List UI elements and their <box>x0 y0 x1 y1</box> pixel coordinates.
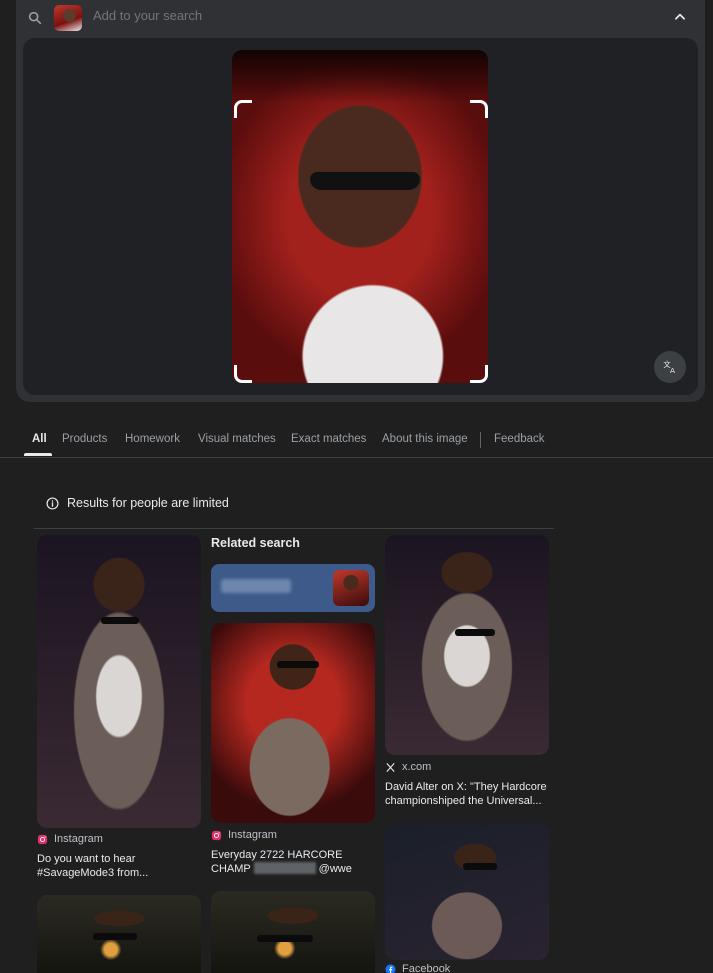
result-title[interactable]: Everyday 2722 HARCORE CHAMP @wwe <box>211 848 376 876</box>
notice-text: Results for people are limited <box>67 496 229 510</box>
crop-handle-bottom-right[interactable] <box>470 365 488 383</box>
redacted-text <box>253 862 316 874</box>
search-bar[interactable] <box>16 0 705 36</box>
result-source[interactable]: x.com <box>385 761 431 773</box>
source-name: x.com <box>402 761 432 773</box>
active-tab-indicator <box>24 453 52 456</box>
image-stage: 文 A <box>23 38 698 395</box>
sunglasses-detail <box>455 629 495 636</box>
tab-exact-matches[interactable]: Exact matches <box>291 433 366 445</box>
svg-text:A: A <box>670 366 675 375</box>
result-image[interactable] <box>385 535 549 755</box>
result-image[interactable] <box>211 623 375 823</box>
source-name: Instagram <box>54 833 103 845</box>
redacted-query-text <box>221 579 291 593</box>
related-search-chip[interactable] <box>211 564 375 612</box>
result-source[interactable]: Instagram <box>211 829 277 841</box>
feedback-link[interactable]: Feedback <box>494 433 545 445</box>
sunglasses-detail <box>277 661 319 668</box>
sunglasses-detail <box>93 933 137 940</box>
sunglasses-detail <box>101 617 139 624</box>
crop-handle-bottom-left[interactable] <box>234 365 252 383</box>
search-icon[interactable] <box>27 10 43 26</box>
result-image[interactable] <box>211 891 375 973</box>
translate-button[interactable]: 文 A <box>654 351 686 383</box>
tab-products[interactable]: Products <box>62 433 107 445</box>
result-source[interactable]: Facebook <box>385 963 450 973</box>
crop-handle-top-left[interactable] <box>234 100 252 118</box>
result-image[interactable] <box>37 895 201 973</box>
source-name: Facebook <box>402 963 451 973</box>
tab-divider <box>480 432 481 448</box>
sunglasses-detail <box>257 935 313 942</box>
search-input[interactable] <box>93 8 493 23</box>
chevron-up-icon[interactable] <box>673 10 687 24</box>
result-title[interactable]: Do you want to hear #SavageMode3 from... <box>37 852 202 880</box>
instagram-icon <box>37 834 48 844</box>
related-search-heading: Related search <box>211 536 300 550</box>
people-results-notice: Results for people are limited <box>46 496 229 510</box>
sunglasses-detail <box>310 172 420 190</box>
info-icon[interactable] <box>46 496 59 510</box>
result-title-handle: @wwe <box>318 863 352 875</box>
query-thumbnail[interactable] <box>54 5 82 31</box>
result-source[interactable]: Instagram <box>37 833 103 845</box>
x-icon <box>386 762 395 772</box>
tab-about-this-image[interactable]: About this image <box>382 433 468 445</box>
result-image[interactable] <box>37 535 201 828</box>
result-title[interactable]: David Alter on X: "They Hardcore champio… <box>385 780 550 808</box>
facebook-icon <box>385 963 396 973</box>
tab-all[interactable]: All <box>32 433 47 445</box>
query-image <box>232 50 488 383</box>
crop-handle-top-right[interactable] <box>470 100 488 118</box>
tab-homework[interactable]: Homework <box>125 433 180 445</box>
divider <box>34 528 554 529</box>
instagram-icon <box>211 830 222 840</box>
source-name: Instagram <box>228 829 277 841</box>
sunglasses-detail <box>463 863 497 870</box>
search-panel: 文 A <box>16 0 705 402</box>
result-image[interactable] <box>385 823 549 960</box>
tab-visual-matches[interactable]: Visual matches <box>198 433 276 445</box>
filter-tabs: All Products Homework Visual matches Exa… <box>0 428 713 458</box>
related-thumbnail <box>333 570 369 606</box>
translate-icon: 文 A <box>663 360 675 375</box>
image-shade <box>232 50 488 102</box>
